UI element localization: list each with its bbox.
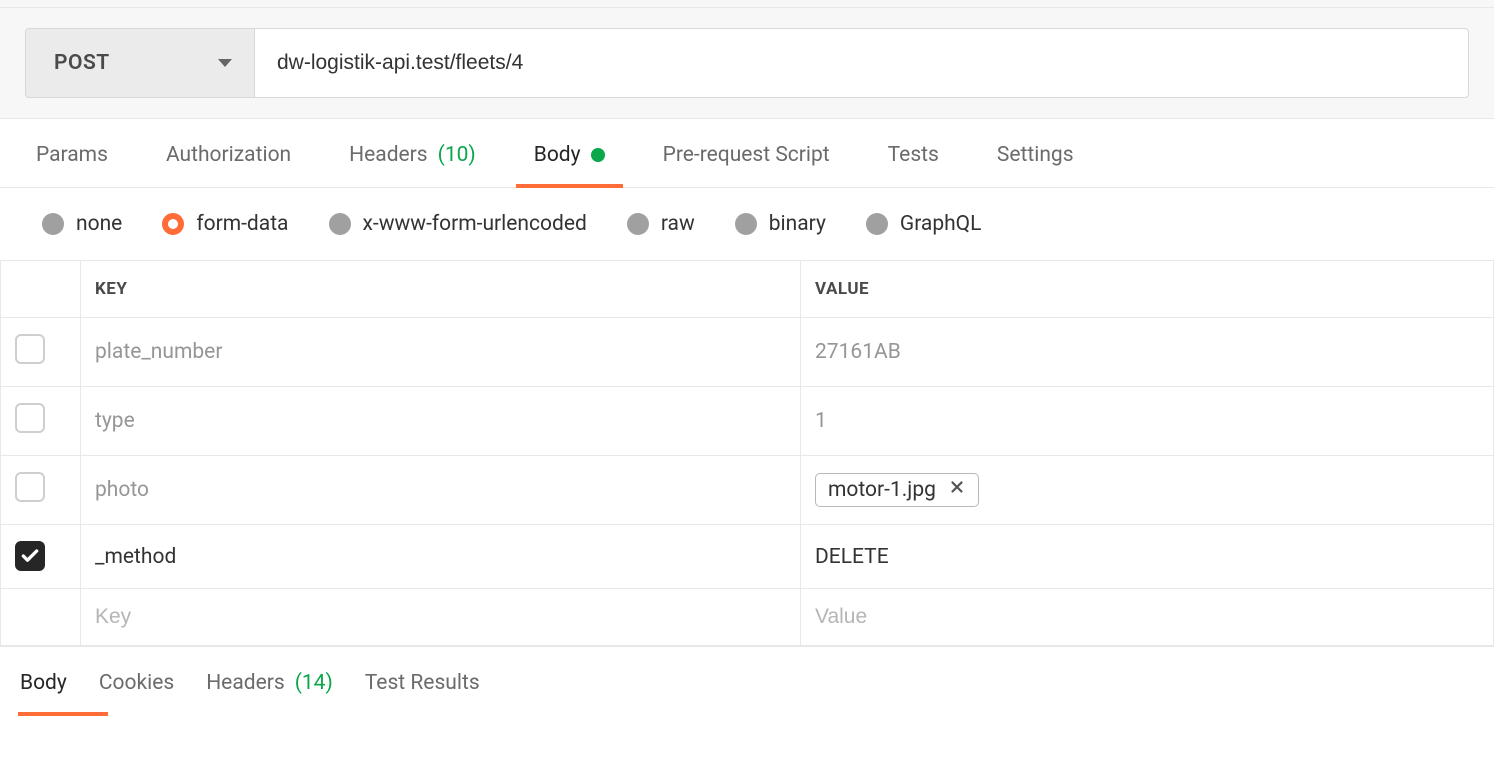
tab-pre-request-script[interactable]: Pre-request Script (663, 119, 830, 187)
radio-icon (329, 213, 351, 235)
radio-binary[interactable]: binary (735, 212, 826, 236)
response-tab-headers[interactable]: Headers (14) (206, 671, 333, 715)
close-icon[interactable] (948, 478, 966, 502)
http-method-select[interactable]: POST (25, 28, 255, 98)
body-indicator-dot-icon (591, 148, 605, 162)
chevron-down-icon (218, 59, 232, 67)
headers-count-badge: (10) (438, 143, 476, 167)
row-check-cell (1, 387, 81, 456)
radio-icon (866, 213, 888, 235)
row-checkbox[interactable] (15, 541, 45, 571)
row-check-cell (1, 456, 81, 525)
radio-icon (162, 213, 184, 235)
new-key-input[interactable] (95, 605, 786, 629)
table-row-new (1, 589, 1494, 646)
http-method-label: POST (54, 51, 110, 75)
row-key-cell[interactable] (81, 589, 801, 646)
tab-params[interactable]: Params (36, 119, 108, 187)
row-value-cell[interactable]: DELETE (801, 525, 1494, 589)
response-headers-count-badge: (14) (295, 671, 333, 695)
tab-headers[interactable]: Headers (10) (349, 119, 476, 187)
table-row: plate_number27161AB (1, 318, 1494, 387)
row-value-cell[interactable]: 27161AB (801, 318, 1494, 387)
row-check-cell (1, 525, 81, 589)
app-container: POST Params Authorization Headers (10) B… (0, 0, 1494, 715)
radio-form-data[interactable]: form-data (162, 212, 288, 236)
row-key-cell[interactable]: _method (81, 525, 801, 589)
row-checkbox[interactable] (15, 403, 45, 433)
col-value-header: VALUE (801, 261, 1494, 318)
row-value-cell[interactable]: 1 (801, 387, 1494, 456)
row-key-cell[interactable]: plate_number (81, 318, 801, 387)
response-tab-cookies[interactable]: Cookies (99, 671, 174, 715)
file-chip[interactable]: motor-1.jpg (815, 473, 979, 507)
file-name: motor-1.jpg (828, 478, 936, 502)
tab-tests[interactable]: Tests (888, 119, 939, 187)
row-value-cell[interactable]: motor-1.jpg (801, 456, 1494, 525)
body-type-radios: none form-data x-www-form-urlencoded raw… (0, 188, 1494, 260)
url-input[interactable] (255, 28, 1469, 98)
response-tab-test-results[interactable]: Test Results (365, 671, 480, 715)
tab-authorization[interactable]: Authorization (166, 119, 291, 187)
row-check-cell (1, 318, 81, 387)
row-value-cell[interactable] (801, 589, 1494, 646)
radio-graphql[interactable]: GraphQL (866, 212, 982, 236)
col-check-header (1, 261, 81, 318)
row-check-cell (1, 589, 81, 646)
tab-body[interactable]: Body (534, 119, 605, 187)
row-key-cell[interactable]: type (81, 387, 801, 456)
form-data-tbody: plate_number27161ABtype1photo motor-1.jpg… (1, 318, 1494, 646)
radio-icon (42, 213, 64, 235)
form-data-table: KEY VALUE plate_number27161ABtype1photo m… (0, 260, 1494, 646)
new-value-input[interactable] (815, 605, 1479, 629)
table-row: _methodDELETE (1, 525, 1494, 589)
row-checkbox[interactable] (15, 472, 45, 502)
row-key-cell[interactable]: photo (81, 456, 801, 525)
request-bar: POST (0, 8, 1494, 119)
row-checkbox[interactable] (15, 334, 45, 364)
tab-settings[interactable]: Settings (997, 119, 1074, 187)
radio-icon (735, 213, 757, 235)
request-tabs: Params Authorization Headers (10) Body P… (0, 119, 1494, 188)
table-row: type1 (1, 387, 1494, 456)
top-divider (0, 0, 1494, 8)
radio-urlencoded[interactable]: x-www-form-urlencoded (329, 212, 587, 236)
table-row: photo motor-1.jpg (1, 456, 1494, 525)
radio-raw[interactable]: raw (627, 212, 695, 236)
radio-none[interactable]: none (42, 212, 122, 236)
response-tab-body[interactable]: Body (20, 671, 67, 715)
col-key-header: KEY (81, 261, 801, 318)
response-tabs: Body Cookies Headers (14) Test Results (0, 646, 1494, 715)
radio-icon (627, 213, 649, 235)
